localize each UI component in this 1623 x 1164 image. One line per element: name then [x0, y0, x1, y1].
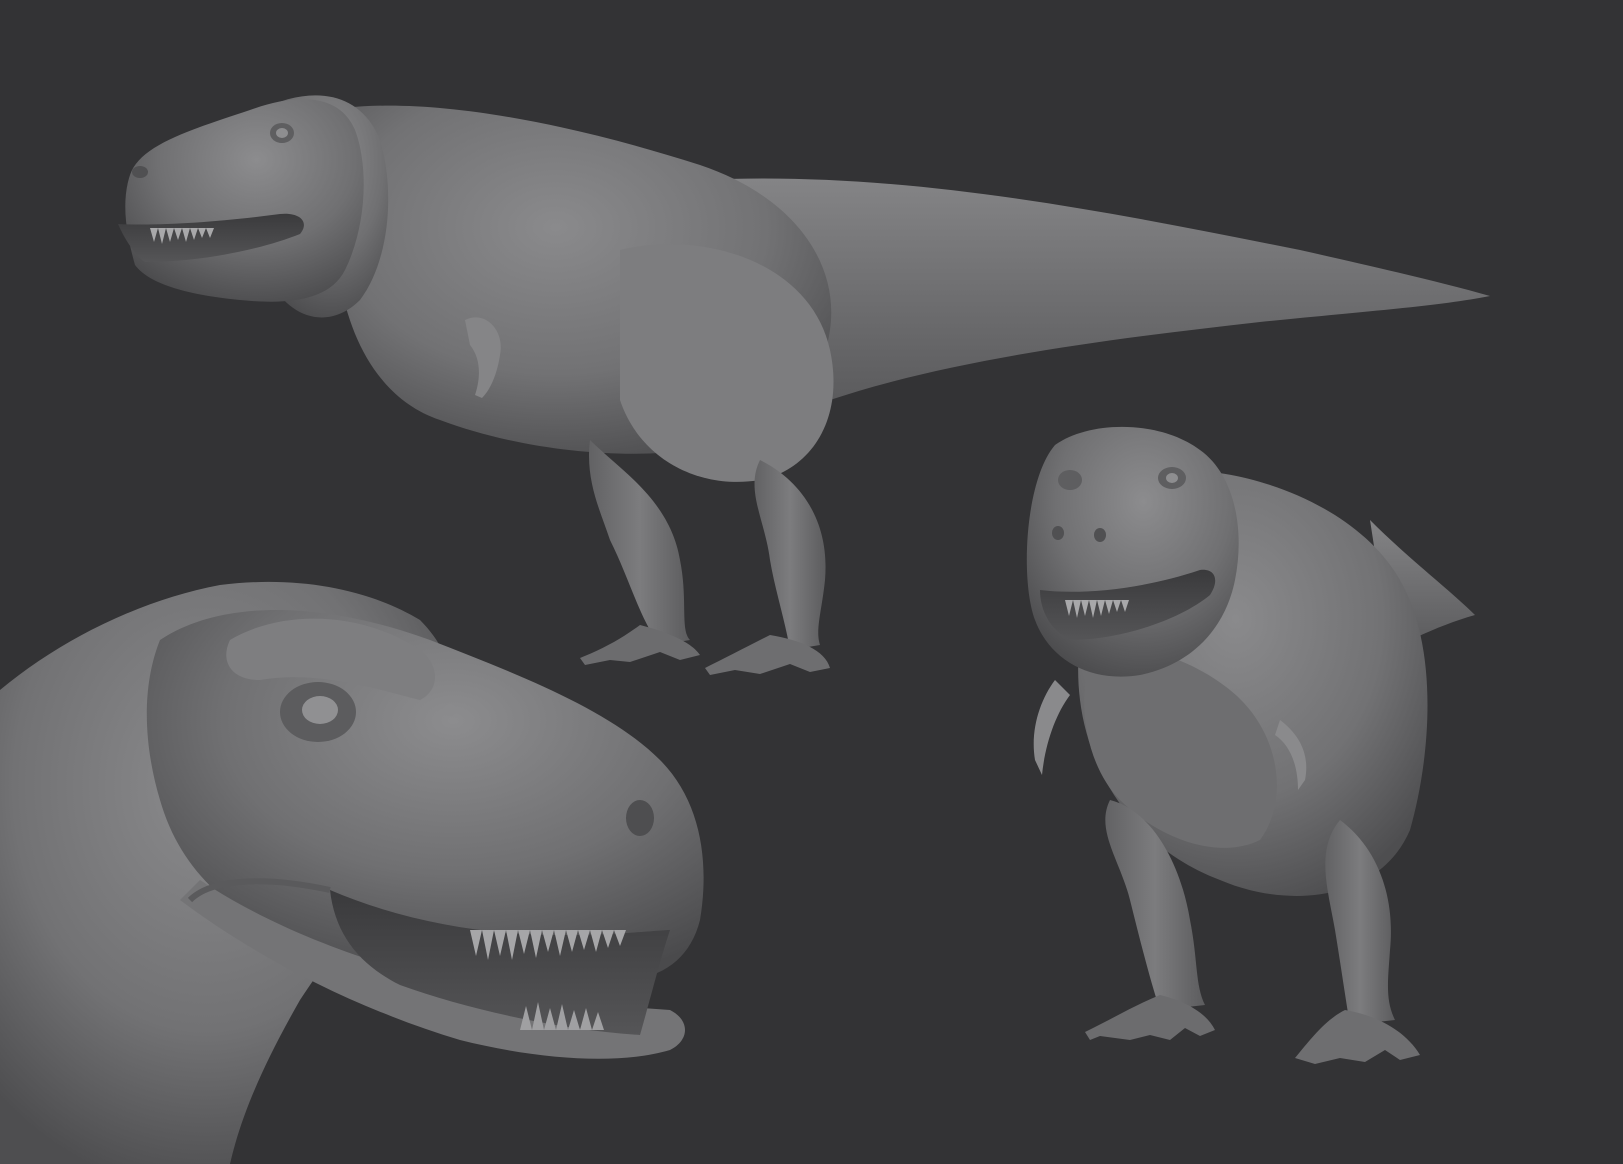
front-view-nostril-left — [1052, 526, 1064, 540]
render-svg — [0, 95, 1490, 1164]
front-view-eye-highlight — [1166, 473, 1178, 483]
closeup-eye — [302, 696, 338, 724]
closeup-skin-bump — [444, 704, 456, 716]
front-view-foot-right — [1295, 1010, 1420, 1064]
side-view-eye-highlight — [276, 128, 288, 138]
sculpt-render-canvas — [0, 0, 1623, 1164]
side-view-leg-back — [589, 440, 690, 645]
front-view-model — [1026, 426, 1475, 1064]
side-view-leg-front — [754, 460, 826, 650]
side-view-nostril — [132, 166, 148, 178]
front-view-arm-left — [1033, 680, 1070, 775]
front-view-nostril-right — [1094, 528, 1106, 542]
front-view-eye-left — [1058, 470, 1082, 490]
closeup-skin-bump — [465, 717, 475, 727]
closeup-nostril — [626, 800, 654, 836]
head-closeup-model — [0, 581, 704, 1164]
side-view-head — [125, 99, 364, 302]
